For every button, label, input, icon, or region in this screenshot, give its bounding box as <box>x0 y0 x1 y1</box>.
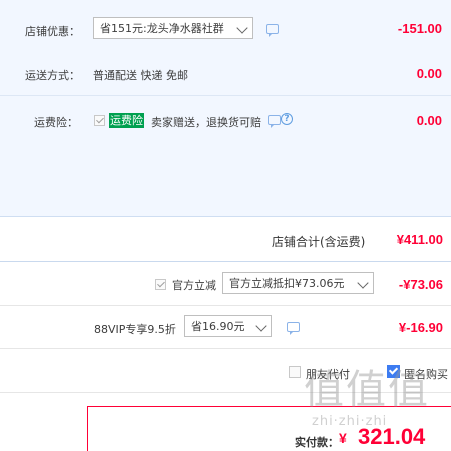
store-total-label: 店铺合计(含运费) <box>272 235 366 249</box>
payment-currency: ¥ <box>339 430 347 446</box>
store-discount-select[interactable]: 省151元:龙头净水器社群 <box>93 17 253 39</box>
vip-discount-select[interactable]: 省16.90元 <box>184 315 272 337</box>
store-total-amount: ¥411.00 <box>396 232 443 247</box>
watermark-site: zhi·zhi·zhi <box>312 414 388 429</box>
payment-label: 实付款： <box>295 436 339 449</box>
shipping-amount: 0.00 <box>416 66 442 81</box>
store-discount-label: 店铺优惠： <box>25 25 80 38</box>
panel-divider <box>0 95 451 96</box>
section-divider <box>0 348 451 349</box>
freight-insurance-badge: 运费险 <box>109 113 144 128</box>
shipping-value: 普通配送 快递 免邮 <box>93 69 188 82</box>
section-divider <box>0 261 451 262</box>
vip-discount-amount: ¥-16.90 <box>398 320 443 335</box>
vip-discount-select-value: 省16.90元 <box>191 320 245 333</box>
vip-discount-label: 88VIP专享9.5折 <box>94 323 176 336</box>
official-discount-select[interactable]: 官方立减抵扣¥73.06元 <box>222 272 374 294</box>
chevron-down-icon <box>236 22 248 34</box>
chevron-down-icon <box>357 277 369 289</box>
chat-icon[interactable] <box>266 24 279 37</box>
freight-insurance-amount: 0.00 <box>416 113 442 128</box>
help-icon[interactable]: ? <box>281 113 293 125</box>
freight-insurance-checkbox[interactable] <box>94 115 105 126</box>
freight-insurance-label: 运费险： <box>34 116 78 129</box>
friend-pay-checkbox[interactable] <box>289 366 301 378</box>
chevron-down-icon <box>255 320 267 332</box>
chat-icon[interactable] <box>287 322 300 335</box>
official-discount-select-value: 官方立减抵扣¥73.06元 <box>229 277 345 290</box>
store-discount-select-value: 省151元:龙头净水器社群 <box>100 22 224 35</box>
official-discount-checkbox[interactable] <box>155 279 166 290</box>
official-discount-amount: -¥73.06 <box>398 277 443 292</box>
freight-insurance-description: 卖家赠送，退换货可赔 <box>151 116 261 129</box>
shipping-label: 运送方式： <box>25 69 80 82</box>
store-discount-amount: -151.00 <box>397 21 442 36</box>
official-discount-label: 官方立减 <box>172 279 216 292</box>
watermark-logo: 值值值 <box>304 367 430 413</box>
chat-icon[interactable] <box>268 115 281 128</box>
section-divider <box>0 305 451 306</box>
